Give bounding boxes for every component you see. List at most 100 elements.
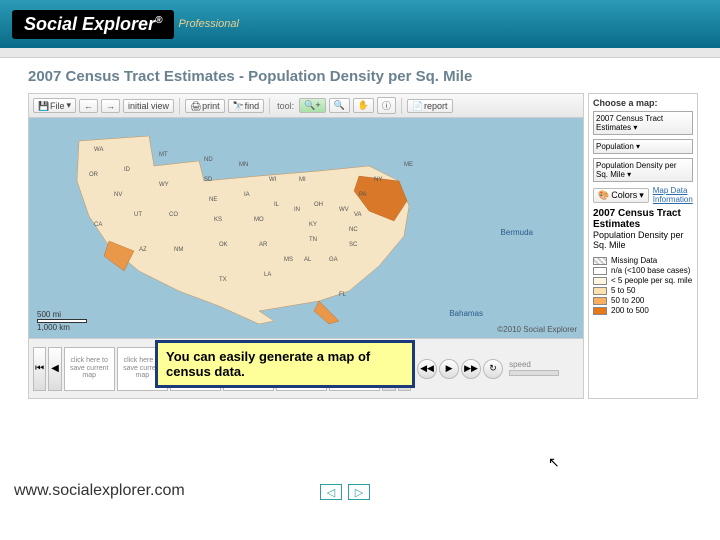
- dataset-select[interactable]: 2007 Census Tract Estimates ▾: [593, 111, 693, 135]
- report-button[interactable]: 📄report: [407, 99, 453, 113]
- registered-icon: ®: [155, 15, 162, 26]
- svg-text:CO: CO: [169, 212, 178, 218]
- svg-text:WV: WV: [339, 207, 349, 213]
- legend-label: Missing Data: [611, 256, 657, 265]
- variable-select[interactable]: Population Density per Sq. Mile ▾: [593, 158, 693, 182]
- legend-swatch: [593, 267, 607, 275]
- loop-button[interactable]: ↻: [483, 359, 503, 379]
- svg-text:KS: KS: [214, 217, 222, 223]
- slide-next-button[interactable]: ▷: [348, 484, 370, 500]
- filmstrip-first-button[interactable]: ⏮: [33, 347, 46, 391]
- file-menu[interactable]: 💾File▾: [33, 98, 76, 113]
- svg-text:WY: WY: [159, 182, 169, 188]
- zoom-in-button[interactable]: 🔍+: [299, 98, 325, 113]
- svg-text:IL: IL: [274, 202, 280, 208]
- legend-label: n/a (<100 base cases): [611, 266, 690, 275]
- edition-label: Professional: [178, 18, 239, 30]
- brand-logo: Social Explorer®: [12, 10, 174, 39]
- zoom-in-icon: 🔍+: [304, 100, 320, 111]
- fastforward-button[interactable]: ▶▶: [461, 359, 481, 379]
- hand-icon: ✋: [358, 100, 369, 111]
- rewind-button[interactable]: ◀◀: [417, 359, 437, 379]
- svg-text:MS: MS: [284, 257, 293, 263]
- svg-text:NC: NC: [349, 227, 358, 233]
- find-button[interactable]: 🔭find: [228, 99, 265, 113]
- legend-swatch: [593, 277, 607, 285]
- speed-slider[interactable]: [509, 370, 559, 376]
- binoculars-icon: 🔭: [233, 101, 243, 111]
- svg-text:WA: WA: [94, 147, 103, 153]
- legend-label: 50 to 200: [611, 296, 644, 305]
- svg-text:VA: VA: [354, 212, 362, 218]
- filmstrip-frame[interactable]: click here to save current map: [64, 347, 115, 391]
- map-canvas[interactable]: WAORCA NVIDMT WYUTAZ CONMND SDNEKS OKTXM…: [29, 118, 583, 338]
- speed-label: speed: [509, 360, 531, 369]
- print-button[interactable]: 🖨print: [185, 99, 225, 113]
- legend-swatch: [593, 257, 607, 265]
- cursor-icon: ↖: [548, 454, 560, 471]
- svg-text:ND: ND: [204, 157, 213, 163]
- legend: Missing Datan/a (<100 base cases)< 5 peo…: [593, 256, 693, 315]
- choose-map-label: Choose a map:: [593, 98, 693, 108]
- svg-text:OR: OR: [89, 172, 99, 178]
- map-toolbar: 💾File▾ ← → initial view 🖨print 🔭find too…: [29, 94, 583, 118]
- category-select[interactable]: Population ▾: [593, 139, 693, 154]
- usa-map: WAORCA NVIDMT WYUTAZ CONMND SDNEKS OKTXM…: [59, 126, 439, 326]
- svg-text:MI: MI: [299, 177, 306, 183]
- legend-label: 5 to 50: [611, 286, 635, 295]
- separator: [179, 98, 180, 114]
- zoom-out-icon: 🔍: [334, 100, 345, 111]
- report-icon: 📄: [412, 101, 422, 111]
- tool-label: tool:: [277, 101, 294, 111]
- filmstrip-prev-button[interactable]: ◀: [48, 347, 61, 391]
- svg-text:SC: SC: [349, 242, 358, 248]
- separator: [269, 98, 270, 114]
- mapdata-link[interactable]: Map Data Information: [653, 186, 693, 204]
- legend-row: 5 to 50: [593, 286, 693, 295]
- scale-miles: 500 mi: [37, 310, 61, 319]
- scale-km: 1,000 km: [37, 323, 70, 332]
- pan-button[interactable]: ✋: [353, 98, 374, 113]
- colors-row: 🎨Colors▾ Map Data Information: [593, 186, 693, 204]
- page-title: 2007 Census Tract Estimates - Population…: [0, 58, 720, 93]
- sidebar-title: 2007 Census Tract Estimates: [593, 208, 693, 230]
- sidebar: Choose a map: 2007 Census Tract Estimate…: [588, 93, 698, 399]
- svg-text:OK: OK: [219, 242, 228, 248]
- svg-text:ME: ME: [404, 162, 413, 168]
- back-button[interactable]: ←: [79, 99, 98, 113]
- play-button[interactable]: ▶: [439, 359, 459, 379]
- forward-button[interactable]: →: [101, 99, 120, 113]
- scale-bar: 500 mi 1,000 km: [37, 310, 87, 332]
- initial-view-button[interactable]: initial view: [123, 99, 174, 113]
- svg-text:OH: OH: [314, 202, 323, 208]
- palette-icon: 🎨: [598, 190, 609, 201]
- svg-text:MN: MN: [239, 162, 248, 168]
- legend-row: < 5 people per sq. mile: [593, 276, 693, 285]
- info-button[interactable]: ⓘ: [377, 97, 396, 114]
- svg-text:NY: NY: [374, 177, 382, 183]
- footer-url: www.socialexplorer.com: [14, 482, 185, 500]
- slide-prev-button[interactable]: ◁: [320, 484, 342, 500]
- printer-icon: 🖨: [190, 101, 200, 111]
- subheader-bar: [0, 48, 720, 58]
- speed-control: speed: [509, 360, 579, 378]
- svg-text:NV: NV: [114, 192, 122, 198]
- legend-swatch: [593, 307, 607, 315]
- svg-text:LA: LA: [264, 272, 271, 278]
- playback-controls: ◀◀ ▶ ▶▶ ↻: [417, 359, 503, 379]
- app-header: Social Explorer® Professional: [0, 0, 720, 48]
- bermuda-label: Bermuda: [501, 228, 533, 237]
- zoom-out-button[interactable]: 🔍: [329, 98, 350, 113]
- legend-label: 200 to 500: [611, 306, 649, 315]
- svg-text:SD: SD: [204, 177, 213, 183]
- svg-text:TX: TX: [219, 277, 227, 283]
- svg-text:MT: MT: [159, 152, 168, 158]
- svg-text:CA: CA: [94, 222, 102, 228]
- svg-text:FL: FL: [339, 292, 347, 298]
- colors-menu[interactable]: 🎨Colors▾: [593, 188, 649, 203]
- svg-text:AZ: AZ: [139, 247, 147, 253]
- legend-label: < 5 people per sq. mile: [611, 276, 692, 285]
- legend-swatch: [593, 297, 607, 305]
- svg-text:PA: PA: [359, 192, 367, 198]
- svg-text:AL: AL: [304, 257, 312, 263]
